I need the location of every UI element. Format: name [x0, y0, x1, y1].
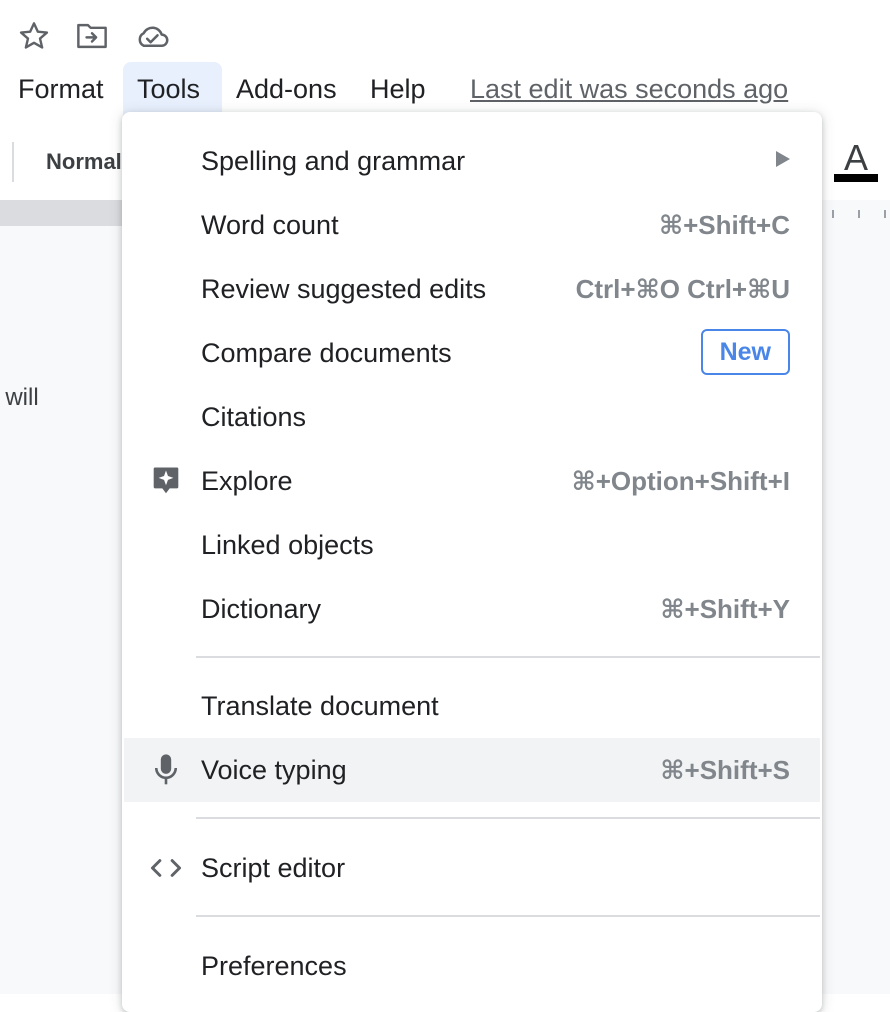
- move-to-folder-icon[interactable]: [74, 18, 110, 54]
- menu-item-label: Citations: [201, 402, 307, 432]
- menu-item-shortcut: Ctrl+⌘O Ctrl+⌘U: [575, 274, 790, 304]
- menu-item-label: Explore: [201, 466, 293, 496]
- menu-item-label: Voice typing: [201, 755, 347, 785]
- menu-item-preferences[interactable]: Preferences: [124, 934, 820, 998]
- menu-item-dictionary[interactable]: Dictionary ⌘+Shift+Y: [124, 577, 820, 641]
- menu-item-shortcut: ⌘+Shift+S: [660, 755, 790, 785]
- menu-item-spelling-and-grammar[interactable]: Spelling and grammar: [124, 129, 820, 193]
- menu-item-label: Script editor: [201, 853, 346, 883]
- menu-item-label: Review suggested edits: [201, 274, 487, 304]
- tools-menu: Spelling and grammar Word count ⌘+Shift+…: [122, 112, 822, 1012]
- menu-item-label: Translate document: [201, 691, 439, 721]
- ruler-tick: [858, 210, 860, 218]
- menu-add-ons[interactable]: Add-ons: [222, 62, 351, 116]
- document-text[interactable]: t will: [0, 384, 39, 412]
- menu-item-review-suggested-edits[interactable]: Review suggested edits Ctrl+⌘O Ctrl+⌘U: [124, 257, 820, 321]
- star-icon[interactable]: [16, 18, 52, 54]
- menu-divider: [196, 915, 820, 917]
- menu-item-label: Word count: [201, 210, 339, 240]
- menu-item-label: Compare documents: [201, 338, 452, 368]
- menu-item-shortcut: ⌘+Shift+Y: [660, 594, 790, 624]
- menu-item-citations[interactable]: Citations: [124, 385, 820, 449]
- menu-item-translate-document[interactable]: Translate document: [124, 674, 820, 738]
- microphone-icon: [150, 754, 182, 786]
- explore-icon: [150, 465, 182, 497]
- ruler-tick: [832, 210, 834, 218]
- menu-item-word-count[interactable]: Word count ⌘+Shift+C: [124, 193, 820, 257]
- toolbar-divider: [12, 142, 14, 182]
- menu-help[interactable]: Help: [356, 62, 440, 116]
- cloud-saved-icon[interactable]: [134, 18, 170, 54]
- text-color-letter: A: [844, 137, 869, 178]
- title-icon-row: [0, 0, 890, 62]
- ruler-tick: [884, 210, 886, 218]
- menu-item-shortcut: ⌘+Option+Shift+I: [571, 466, 790, 496]
- menu-tools[interactable]: Tools: [123, 62, 222, 116]
- menu-item-voice-typing[interactable]: Voice typing ⌘+Shift+S: [124, 738, 820, 802]
- menu-item-label: Preferences: [201, 951, 347, 981]
- menu-item-linked-objects[interactable]: Linked objects: [124, 513, 820, 577]
- menu-item-compare-documents[interactable]: Compare documents New: [124, 321, 820, 385]
- menu-item-script-editor[interactable]: Script editor: [124, 836, 820, 900]
- menu-item-explore[interactable]: Explore ⌘+Option+Shift+I: [124, 449, 820, 513]
- submenu-arrow-icon: [776, 151, 790, 167]
- last-edit-link[interactable]: Last edit was seconds ago: [470, 62, 788, 116]
- code-icon: [150, 852, 182, 884]
- menu-item-label: Spelling and grammar: [201, 146, 466, 176]
- menu-divider: [196, 656, 820, 658]
- paragraph-style-select[interactable]: Normal: [46, 142, 122, 182]
- menu-item-label: Dictionary: [201, 594, 322, 624]
- menu-format[interactable]: Format: [4, 62, 118, 116]
- text-color-bar: [834, 174, 878, 182]
- menu-item-label: Linked objects: [201, 530, 374, 560]
- menu-divider: [196, 817, 820, 819]
- menu-item-shortcut: ⌘+Shift+C: [658, 210, 790, 240]
- text-color-button[interactable]: A: [832, 138, 880, 198]
- new-badge: New: [700, 329, 790, 375]
